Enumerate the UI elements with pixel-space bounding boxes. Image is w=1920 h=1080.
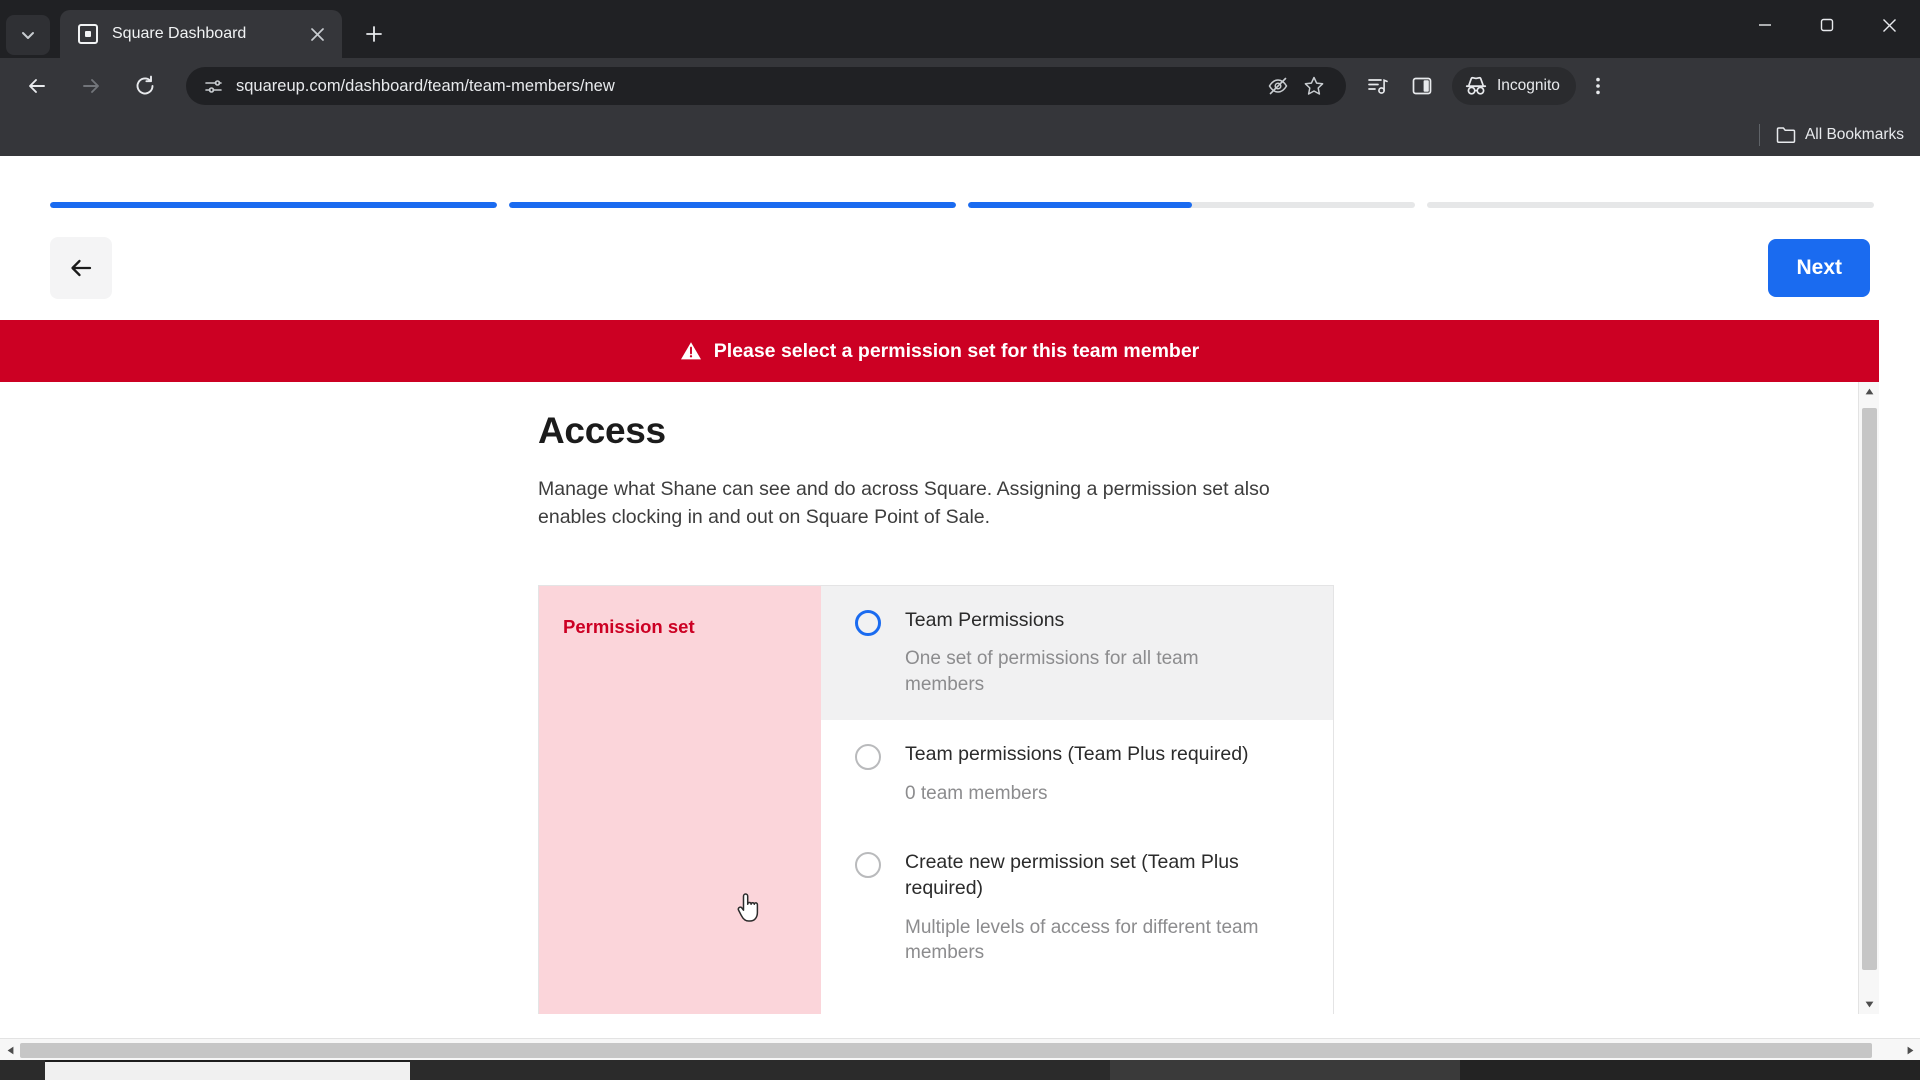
scrollable-content: Access Manage what Shane can see and do … — [0, 382, 1879, 1014]
taskbar-segment — [410, 1060, 1110, 1080]
browser-menu-button[interactable] — [1578, 66, 1618, 106]
taskbar-segment — [1460, 1060, 1920, 1080]
close-icon — [310, 27, 324, 41]
minimize-button[interactable] — [1734, 0, 1796, 50]
page-content: Next Please select a permission set for … — [0, 156, 1920, 1080]
reading-list-icon — [1368, 79, 1388, 94]
all-bookmarks-label: All Bookmarks — [1804, 126, 1904, 143]
all-bookmarks-button[interactable]: All Bookmarks — [1776, 126, 1904, 144]
scroll-up-button[interactable] — [1859, 382, 1879, 401]
browser-reload-button[interactable] — [124, 65, 166, 107]
triangle-up-icon — [1865, 388, 1873, 395]
taskbar-window-button[interactable] — [45, 1062, 410, 1080]
horizontal-scrollbar[interactable] — [0, 1038, 1920, 1060]
square-logo-icon — [78, 24, 98, 44]
permission-option-team-permissions[interactable]: Team Permissions One set of permissions … — [821, 585, 1333, 720]
progress-stepper — [0, 156, 1920, 208]
tab-close-button[interactable] — [304, 21, 330, 47]
reload-icon — [136, 75, 154, 95]
browser-toolbar: squareup.com/dashboard/team/team-members… — [0, 58, 1920, 114]
tracking-protection-button[interactable] — [1260, 68, 1296, 104]
option-label: Create new permission set (Team Plus req… — [905, 851, 1239, 899]
wizard-header: Next — [0, 208, 1920, 304]
side-panel-button[interactable] — [1402, 66, 1442, 106]
permission-option-team-permissions-plus[interactable]: Team permissions (Team Plus required) 0 … — [821, 720, 1333, 828]
option-sublabel: One set of permissions for all team memb… — [905, 648, 1199, 696]
incognito-hat-icon — [1465, 76, 1487, 95]
star-icon — [1304, 76, 1324, 95]
option-sublabel: Multiple levels of access for different … — [905, 916, 1259, 964]
permission-set-label: Permission set — [563, 615, 695, 637]
permission-options-list: Team Permissions One set of permissions … — [821, 585, 1333, 1014]
minimize-icon — [1759, 24, 1771, 26]
address-bar[interactable]: squareup.com/dashboard/team/team-members… — [186, 67, 1346, 105]
taskbar-segment — [0, 1060, 45, 1080]
progress-segment-3 — [968, 202, 1415, 208]
bookmarks-bar: All Bookmarks — [0, 114, 1920, 156]
page-description: Manage what Shane can see and do across … — [538, 478, 1270, 528]
arrow-right-icon — [83, 79, 99, 93]
tab-title: Square Dashboard — [112, 25, 247, 42]
plus-icon — [366, 26, 382, 42]
side-panel-icon — [1412, 77, 1432, 95]
maximize-button[interactable] — [1796, 0, 1858, 50]
radio-button[interactable] — [855, 743, 881, 770]
option-label: Team permissions (Team Plus required) — [905, 742, 1249, 765]
page-info-icon[interactable] — [200, 77, 226, 96]
browser-tab[interactable]: Square Dashboard — [60, 10, 342, 58]
eye-off-icon — [1268, 77, 1288, 95]
folder-icon — [1776, 127, 1796, 143]
tab-search-button[interactable] — [6, 15, 50, 55]
permission-option-create-new[interactable]: Create new permission set (Team Plus req… — [821, 828, 1333, 988]
vertical-scrollbar[interactable] — [1858, 382, 1879, 1014]
radio-button[interactable] — [855, 852, 881, 879]
arrow-left-icon — [29, 79, 45, 93]
arrow-left-icon — [71, 259, 92, 277]
option-label: Team Permissions — [905, 608, 1065, 631]
horizontal-scroll-thumb[interactable] — [20, 1043, 1872, 1058]
progress-segment-4 — [1427, 202, 1874, 208]
radio-button[interactable] — [855, 609, 881, 636]
progress-segment-2 — [509, 202, 956, 208]
scroll-right-button[interactable] — [1902, 1043, 1918, 1058]
permission-set-section-label-cell: Permission set — [539, 585, 821, 1014]
bookmark-star-button[interactable] — [1296, 68, 1332, 104]
window-controls — [1734, 0, 1920, 50]
scroll-left-button[interactable] — [2, 1043, 18, 1058]
browser-window: Square Dashboard squareup.com/dashboard/… — [0, 0, 1920, 1080]
triangle-down-icon — [1865, 1001, 1874, 1008]
triangle-right-icon — [1907, 1046, 1913, 1055]
bookmarks-divider — [1758, 124, 1760, 146]
address-bar-url: squareup.com/dashboard/team/team-members… — [236, 76, 615, 95]
reading-list-button[interactable] — [1358, 66, 1398, 106]
chevron-down-icon — [22, 32, 34, 39]
three-dot-menu-icon — [1596, 77, 1600, 95]
permission-set-card: Permission set Team Permissions One set … — [538, 584, 1334, 1014]
warning-triangle-icon — [680, 341, 702, 361]
browser-back-button[interactable] — [16, 65, 58, 107]
tab-strip: Square Dashboard — [0, 0, 1920, 58]
error-message: Please select a permission set for this … — [713, 339, 1200, 362]
error-banner: Please select a permission set for this … — [0, 320, 1879, 382]
option-sublabel: 0 team members — [905, 782, 1048, 804]
os-taskbar — [0, 1060, 1920, 1080]
incognito-label: Incognito — [1497, 77, 1560, 94]
close-icon — [1882, 18, 1896, 32]
vertical-scroll-thumb[interactable] — [1862, 408, 1877, 970]
tune-icon — [204, 79, 222, 93]
back-button[interactable] — [50, 237, 112, 299]
close-window-button[interactable] — [1858, 0, 1920, 50]
progress-segment-1 — [50, 202, 497, 208]
page-title: Access — [538, 410, 666, 451]
browser-forward-button[interactable] — [70, 65, 112, 107]
taskbar-segment — [1110, 1060, 1460, 1080]
next-button[interactable]: Next — [1768, 239, 1870, 297]
scroll-down-button[interactable] — [1859, 995, 1879, 1014]
maximize-icon — [1820, 18, 1834, 32]
new-tab-button[interactable] — [356, 16, 392, 52]
incognito-indicator[interactable]: Incognito — [1452, 67, 1576, 105]
triangle-left-icon — [7, 1046, 13, 1055]
